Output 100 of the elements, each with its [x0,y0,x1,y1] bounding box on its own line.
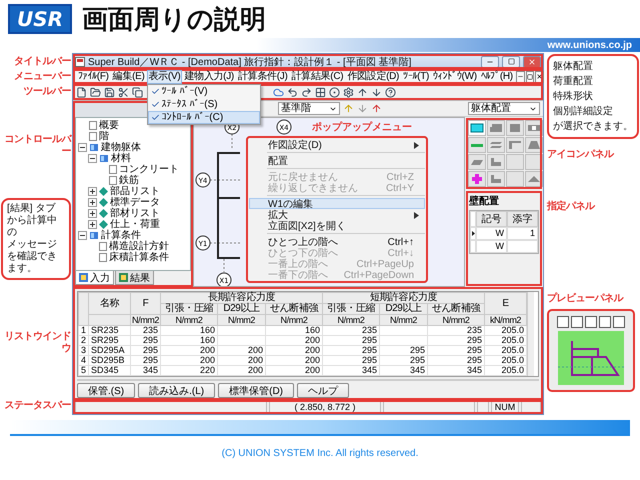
tool-button[interactable] [487,171,505,187]
tool-button[interactable] [468,120,486,136]
menu-item[interactable]: 表示(V) [146,70,182,84]
tool-button[interactable] [525,154,543,170]
expand-toggle-icon[interactable] [88,154,97,163]
tool-button[interactable] [506,137,524,153]
undo-icon[interactable] [287,86,298,98]
menu-item[interactable]: 拡大 [268,210,414,221]
tree-item[interactable]: コンクリート [119,164,179,175]
tab[interactable]: 結果 [115,271,154,285]
tool-button[interactable] [487,120,505,136]
file-icon[interactable] [76,86,87,98]
menu-item[interactable]: ﾂｰﾙ(T) [401,70,432,84]
menu-item[interactable]: 配置 [268,156,414,167]
target-icon[interactable] [329,86,340,98]
save-icon[interactable] [104,86,115,98]
menu-item[interactable]: 建物入力(J) [182,70,236,84]
menu-item[interactable]: ﾌｧｲﾙ(F) [76,70,111,84]
row-header[interactable] [470,227,476,240]
expand-toggle-icon[interactable] [88,187,97,196]
annotation-label: アイコンパネル [547,149,614,161]
up-arrow-icon[interactable] [371,103,382,114]
double-line-icon [489,140,503,150]
preview-tool-button[interactable] [599,316,611,328]
expand-toggle-icon[interactable] [78,231,87,240]
page-title: 画面周りの説明 [82,2,266,36]
close-icon [528,58,536,66]
down-arrow-icon[interactable] [371,86,382,98]
mode-dropdown[interactable]: 躯体配置 [468,102,540,115]
preview-tool-button[interactable] [613,316,625,328]
grid-icon[interactable] [315,86,326,98]
annotation-label: タイトルバー [14,56,71,68]
table-cell: 160 [160,326,218,336]
shortcut-text: Ctrl+PageDown [344,270,414,281]
annotation-label: コントロールバー [4,134,71,158]
floor-dropdown[interactable]: 基準階 [278,102,340,115]
tree-item[interactable]: 材料 [111,153,131,164]
action-button[interactable]: 読み込み.(L) [138,383,216,398]
menu-item[interactable]: ﾍﾙﾌﾟ(H) [478,70,515,84]
row-number: 1 [78,326,88,336]
settings-icon[interactable] [343,86,354,98]
preview-tool-button[interactable] [571,316,583,328]
menu-item[interactable]: ﾂｰﾙ ﾊﾞｰ(V) [162,85,208,97]
help-icon[interactable] [385,86,396,98]
restore-button[interactable] [526,70,534,82]
tree-item[interactable]: 仕上・荷重 [110,219,160,230]
expand-toggle-icon[interactable] [78,143,87,152]
vertical-scrollbar[interactable] [527,292,534,376]
action-button[interactable]: 標準保管(D) [218,383,294,398]
tree-item[interactable]: 部材リスト [110,208,160,219]
menu-item[interactable]: ｳｨﾝﾄﾞｳ(W) [431,70,479,84]
tool-button[interactable] [525,120,543,136]
tool-button[interactable] [525,137,543,153]
tree-item[interactable]: 部品リスト [110,186,160,197]
menu-item[interactable]: 編集(E) [110,70,147,84]
tool-button[interactable] [468,171,486,187]
action-button[interactable]: 保管.(S) [77,383,136,398]
menu-item[interactable]: 計算条件(J) [236,70,290,84]
tree-item[interactable]: 階 [99,131,109,142]
expand-toggle-icon[interactable] [88,220,97,229]
tree-item[interactable]: 標準データ [110,197,160,208]
cloud-icon[interactable] [273,86,284,98]
tab[interactable]: 入力 [75,271,114,285]
tool-button[interactable] [468,154,486,170]
minimize-button[interactable] [481,56,499,68]
cut-icon[interactable] [118,86,129,98]
folder-icon[interactable] [90,86,101,98]
row-number: 4 [78,356,88,366]
minimize-button[interactable] [516,70,525,82]
table-cell: 345 [322,366,380,376]
action-button[interactable]: ヘルプ [297,383,349,398]
redo-icon[interactable] [301,86,312,98]
tool-button[interactable] [487,137,505,153]
preview-tool-button[interactable] [557,316,569,328]
menu-item[interactable]: 作図設定(D) [345,70,402,84]
expand-toggle-icon[interactable] [88,209,97,218]
close-button[interactable] [534,70,544,82]
website-url: www.unions.co.jp [547,40,632,50]
table-cell: 200 [160,356,218,366]
tool-button[interactable] [506,120,524,136]
expand-toggle-icon[interactable] [88,198,97,207]
menu-item[interactable]: ｽﾃｰﾀｽ ﾊﾞｰ(S) [162,98,218,110]
tree-item[interactable]: 床積計算条件 [109,252,169,263]
tree-item[interactable]: 概要 [99,120,119,131]
tree-item[interactable]: 構造設計方針 [109,241,169,252]
menu-item[interactable]: ひとつ上の階へ [268,237,388,248]
column-group-header: 長期許容応力度 [160,292,322,304]
up-arrow-icon[interactable] [357,86,368,98]
preview-tool-button[interactable] [585,316,597,328]
tool-button[interactable] [525,171,543,187]
copy-icon[interactable] [132,86,143,98]
tree-item[interactable]: 建物躯体 [101,142,141,153]
menu-item[interactable]: 計算結果(C) [289,70,346,84]
tool-button[interactable] [487,154,505,170]
horizontal-scrollbar[interactable] [77,379,539,381]
tree-item[interactable]: 鉄筋 [119,175,139,186]
tree-item[interactable]: 計算条件 [101,230,141,241]
menu-item[interactable]: 立面図[X2]を開く [268,221,414,232]
menu-item[interactable]: 作図設定(D) [268,140,414,151]
maximize-button[interactable] [502,56,520,68]
